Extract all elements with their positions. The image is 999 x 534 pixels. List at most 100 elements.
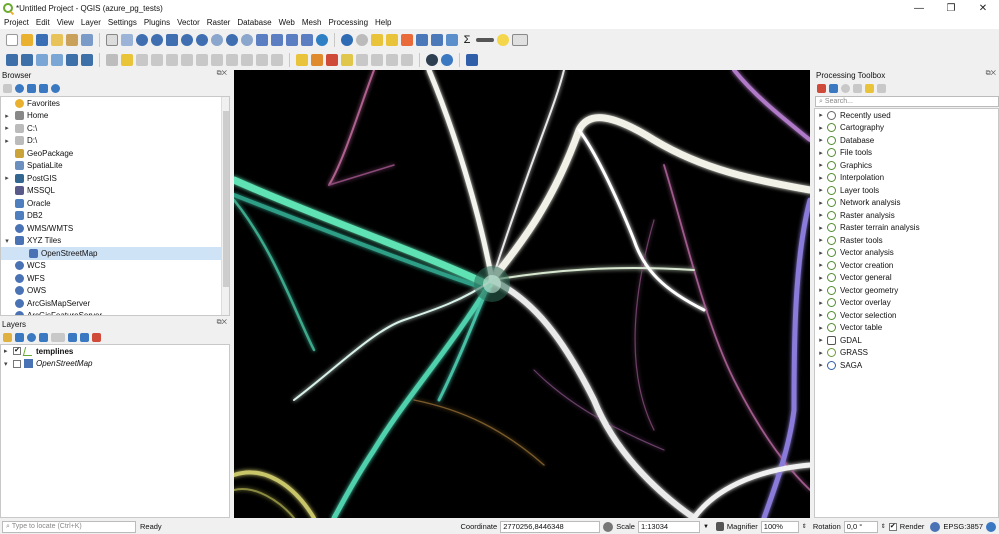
expand-arrow-icon[interactable]: ▸ [815,224,827,232]
toolbox-item[interactable]: ▸ Cartography [815,122,998,135]
scale-combobox[interactable]: 1:13034 [637,520,700,533]
magnifier-spinbox[interactable]: 100% [760,520,799,533]
toolbox-item[interactable]: ▸ Vector analysis [815,247,998,260]
properties-widget-icon[interactable] [51,83,60,93]
menu-help[interactable]: Help [375,18,391,27]
browser-item[interactable]: Oracle [1,197,229,210]
add-group-icon[interactable] [15,332,24,342]
select-features-icon[interactable] [371,34,383,46]
browser-item[interactable]: ▸ D:\ [1,135,229,148]
browser-item[interactable]: SpatiaLite [1,160,229,173]
zoom-out-icon[interactable] [151,34,163,46]
zoom-full-icon[interactable] [166,34,178,46]
panel-float-close-icon[interactable]: ⧉✕ [217,70,227,78]
browser-item[interactable]: OpenStreetMap [1,247,229,260]
zoom-native-icon[interactable] [211,34,223,46]
new-virtual-layer-icon[interactable] [66,54,78,66]
field-calculator-icon[interactable] [431,34,443,46]
browser-item[interactable]: ▸ C:\ [1,122,229,135]
menu-settings[interactable]: Settings [108,18,137,27]
toolbox-item[interactable]: ▸ Layer tools [815,184,998,197]
python-plugin-icon[interactable] [441,54,453,66]
crs-label[interactable]: EPSG:3857 [943,522,983,531]
panel-float-close-icon[interactable]: ⧉✕ [217,319,227,327]
zoom-next-icon[interactable] [241,34,253,46]
data-source-manager-icon[interactable] [6,54,18,66]
toolbox-item[interactable]: ▸ Vector creation [815,259,998,272]
zoom-last-icon[interactable] [226,34,238,46]
browser-item[interactable]: DB2 [1,210,229,223]
new-temporary-layer-icon[interactable] [51,54,63,66]
expand-arrow-icon[interactable]: ▸ [815,274,827,282]
new-project-icon[interactable] [6,34,18,46]
browser-item[interactable]: GeoPackage [1,147,229,160]
filter-browser-icon[interactable] [27,83,36,93]
expand-arrow-icon[interactable]: ▸ [815,236,827,244]
expand-arrow-icon[interactable]: ▸ [815,161,827,169]
toolbox-item[interactable]: ▸ Raster tools [815,234,998,247]
style-manager-icon[interactable] [81,34,93,46]
layer-visibility-checkbox[interactable]: ✔ [13,347,21,356]
rotation-spinbox[interactable]: 0,0 ° [843,520,878,533]
new-map-view-icon[interactable] [256,34,268,46]
expand-all-icon[interactable] [68,332,77,342]
label-properties-icon[interactable] [401,54,413,66]
expand-arrow-icon[interactable]: ▸ [815,361,827,369]
expand-arrow-icon[interactable]: ▸ [815,111,827,119]
label-pin-icon[interactable] [311,54,323,66]
browser-item[interactable]: OWS [1,285,229,298]
lock-scale-icon[interactable] [715,522,724,531]
toolbox-item[interactable]: ▸ Vector selection [815,309,998,322]
locator-input[interactable]: ⌕ Type to locate (Ctrl+K) [2,520,136,533]
messages-icon[interactable] [986,521,996,532]
refresh-icon[interactable] [316,34,328,46]
minimize-button[interactable]: — [903,0,935,16]
new-geopackage-layer-icon[interactable] [21,54,33,66]
menu-mesh[interactable]: Mesh [302,18,322,27]
menu-plugins[interactable]: Plugins [144,18,170,27]
globe-icon[interactable] [930,521,941,532]
toolbox-item[interactable]: ▸ Vector general [815,272,998,285]
map-canvas[interactable] [234,70,810,518]
menu-project[interactable]: Project [4,18,29,27]
label-move-icon[interactable] [356,54,368,66]
temporal-controller-icon[interactable] [301,34,313,46]
refresh-icon[interactable] [15,83,24,93]
manage-map-themes-icon[interactable] [27,332,36,342]
deselect-all-icon[interactable] [401,34,413,46]
collapse-all-icon[interactable] [39,83,48,93]
expand-arrow-icon[interactable]: ▸ [815,261,827,269]
chevron-down-icon[interactable]: ▼ [703,524,709,530]
toolbox-item[interactable]: ▸ Vector overlay [815,297,998,310]
save-edits-icon[interactable] [136,54,148,66]
expand-arrow-icon[interactable]: ▸ [815,249,827,257]
expand-arrow-icon[interactable]: ▸ [815,211,827,219]
menu-edit[interactable]: Edit [36,18,50,27]
text-annotation-icon[interactable] [512,34,528,46]
open-project-icon[interactable] [21,34,33,46]
collapse-all-icon[interactable] [80,332,89,342]
statistics-sigma-icon[interactable]: Σ [461,34,473,46]
toolbox-item[interactable]: ▸ Vector table [815,322,998,335]
delete-selected-icon[interactable] [196,54,208,66]
expand-arrow-icon[interactable]: ▸ [815,286,827,294]
layer-visibility-checkbox[interactable] [13,359,21,368]
vertex-tool-icon[interactable] [166,54,178,66]
copy-features-icon[interactable] [226,54,238,66]
measure-line-icon[interactable] [476,38,494,42]
toolbox-item[interactable]: ▸ Vector geometry [815,284,998,297]
menu-layer[interactable]: Layer [81,18,101,27]
toolbox-item[interactable]: ▸ File tools [815,147,998,160]
expand-arrow-icon[interactable]: ▾ [4,360,10,368]
spinner-icon[interactable]: ⇕ [881,523,886,530]
modify-attributes-icon[interactable] [181,54,193,66]
menu-raster[interactable]: Raster [207,18,231,27]
render-checkbox[interactable]: ✔ [888,522,897,531]
layer-row-templines[interactable]: ▸ ✔ templines [1,345,229,358]
browser-item[interactable]: WCS [1,260,229,273]
menu-web[interactable]: Web [279,18,295,27]
scrollbar-thumb[interactable] [223,111,229,287]
expand-arrow-icon[interactable]: ▸ [815,199,827,207]
browser-item[interactable]: ▸ Home [1,110,229,123]
edit-features-in-place-icon[interactable] [865,83,874,93]
